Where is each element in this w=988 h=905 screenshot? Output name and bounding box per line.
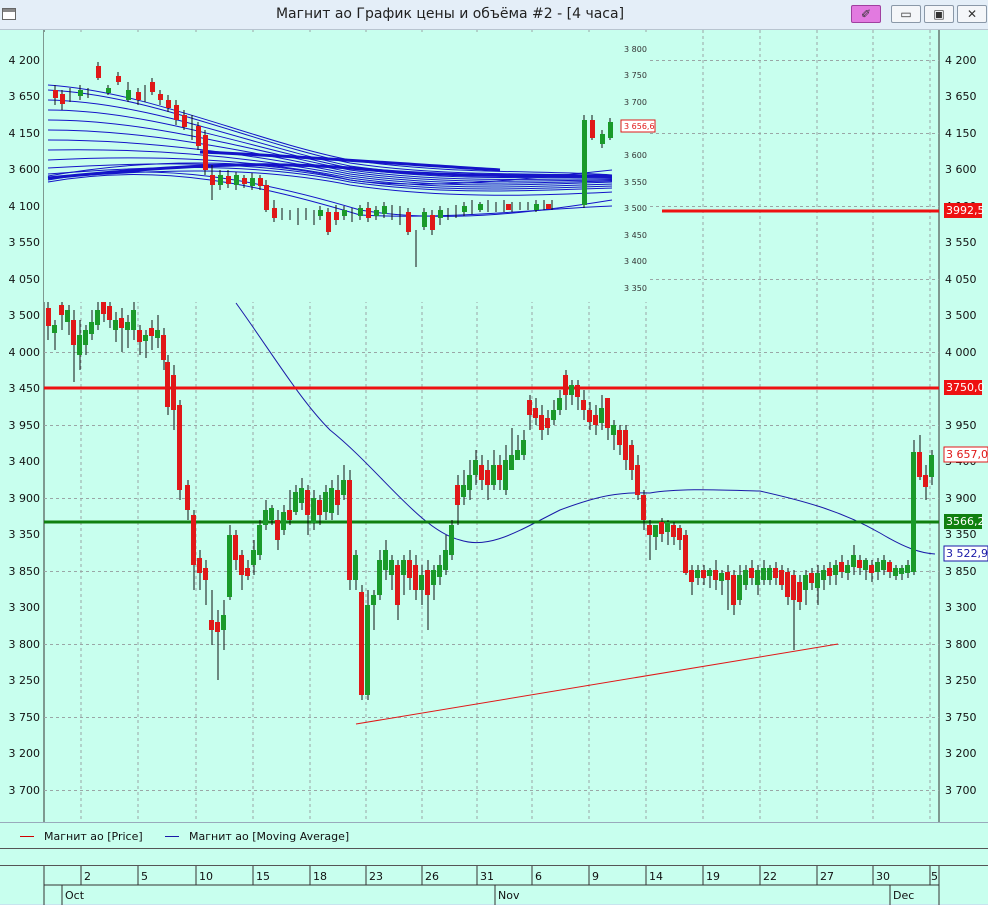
price-tick-right: 3 550 (945, 236, 977, 249)
price-tick-left: 3 300 (9, 601, 41, 614)
day-label: 31 (480, 870, 494, 883)
price-tick-right: 3 800 (945, 638, 977, 651)
price-tick-left: 3 850 (9, 565, 41, 578)
price-tick-right: 3 700 (945, 784, 977, 797)
inset-tick: 3 400 (624, 257, 647, 266)
price-tick-right: 3 750 (945, 711, 977, 724)
price-tick-right: 3 300 (945, 601, 977, 614)
last-price-label: 3 657,0 (946, 448, 988, 461)
day-label: 14 (649, 870, 663, 883)
minimize-button[interactable]: ▭ (891, 5, 921, 23)
price-tick-left: 3 700 (9, 784, 41, 797)
chart-legend: Магнит ао [Price] Магнит ао [Moving Aver… (0, 822, 988, 848)
inset-tick: 3 600 (624, 151, 647, 160)
day-label: 2 (84, 870, 91, 883)
pin-button[interactable]: ✐ (851, 5, 881, 23)
close-button[interactable]: ✕ (957, 5, 987, 23)
day-label: 27 (820, 870, 834, 883)
day-label: 19 (706, 870, 720, 883)
price-tick-left: 3 400 (9, 455, 41, 468)
price-tick-right: 3 650 (945, 90, 977, 103)
price-tick-left: 3 550 (9, 236, 41, 249)
legend-ma-label: Магнит ао [Moving Average] (189, 830, 350, 843)
price-tick-right: 3 250 (945, 674, 977, 687)
price-tick-right: 3 900 (945, 492, 977, 505)
price-tick-right: 3 350 (945, 528, 977, 541)
inset-tick: 3 750 (624, 71, 647, 80)
price-tick-left: 3 950 (9, 419, 41, 432)
price-tick-left: 3 500 (9, 309, 41, 322)
day-label: 23 (369, 870, 383, 883)
inset-tick: 3 450 (624, 231, 647, 240)
inset-tick: 3 700 (624, 98, 647, 107)
price-tick-left: 3 200 (9, 747, 41, 760)
candle-bodies-up (52, 310, 934, 695)
ma-swatch-icon (165, 836, 179, 837)
level-support-label: 3566,2 (946, 515, 985, 528)
time-axis-months: Oct Nov Dec (65, 889, 914, 902)
inset-tick: 3 350 (624, 284, 647, 293)
price-tick-right: 3 200 (945, 747, 977, 760)
price-tick-left: 3 600 (9, 163, 41, 176)
maximize-button[interactable]: ▣ (924, 5, 954, 23)
price-tick-left: 3 800 (9, 638, 41, 651)
price-tick-left: 4 100 (9, 200, 41, 213)
day-label: 10 (199, 870, 213, 883)
candle-wicks (47, 295, 933, 700)
moving-average-line (235, 302, 936, 555)
month-label: Dec (893, 889, 914, 902)
window-title: Магнит ао График цены и объёма #2 - [4 ч… (275, 6, 625, 22)
price-tick-right: 4 050 (945, 273, 977, 286)
day-label: 6 (535, 870, 542, 883)
inset-price-tag: 3 656,6 (624, 122, 655, 131)
price-tick-right: 3 850 (945, 565, 977, 578)
price-tick-right: 3 950 (945, 419, 977, 432)
price-tick-left: 3 650 (9, 90, 41, 103)
title-bar: Магнит ао График цены и объёма #2 - [4 ч… (0, 0, 988, 30)
price-tick-left: 3 350 (9, 528, 41, 541)
price-tick-right: 4 150 (945, 127, 977, 140)
price-tick-left: 3 450 (9, 382, 41, 395)
price-tick-left: 4 050 (9, 273, 41, 286)
day-label: 9 (592, 870, 599, 883)
price-tick-left: 4 150 (9, 127, 41, 140)
day-label: 26 (425, 870, 439, 883)
price-chart-area[interactable]: 4 200 4 150 4 100 4 050 4 000 3 950 3 90… (0, 30, 988, 822)
day-label: 15 (256, 870, 270, 883)
month-label: Oct (65, 889, 85, 902)
legend-item-ma[interactable]: Магнит ао [Moving Average] (165, 830, 349, 843)
level-top-label: 3992,5 (946, 204, 985, 217)
price-tick-left: 3 900 (9, 492, 41, 505)
price-tick-right: 3 500 (945, 309, 977, 322)
price-tick-left: 3 750 (9, 711, 41, 724)
day-label: 22 (763, 870, 777, 883)
price-tick-left: 4 200 (9, 54, 41, 67)
price-tick-left: 3 250 (9, 674, 41, 687)
ma-value-label: 3 522,9 (946, 547, 988, 560)
legend-price-label: Магнит ао [Price] (44, 830, 143, 843)
price-tick-left: 4 000 (9, 346, 41, 359)
trend-line[interactable] (355, 643, 839, 725)
month-label: Nov (498, 889, 520, 902)
price-tick-right: 4 200 (945, 54, 977, 67)
inset-tick: 3 800 (624, 45, 647, 54)
price-tick-right: 4 000 (945, 346, 977, 359)
price-axis-right: 4 200 3 650 4 150 3 600 4 100 3 550 4 05… (945, 54, 977, 797)
legend-item-price[interactable]: Магнит ао [Price] (20, 830, 143, 843)
price-tick-right: 3 600 (945, 163, 977, 176)
price-swatch-icon (20, 836, 34, 837)
time-axis[interactable]: 2 5 10 15 18 23 26 31 6 9 14 19 22 27 30… (0, 848, 988, 905)
level-markers: 3992,5 3750,0 3 657,0 3566,2 3 522,9 (943, 203, 988, 562)
inset-tick: 3 550 (624, 178, 647, 187)
day-label: 5 (931, 870, 938, 883)
day-label: 18 (313, 870, 327, 883)
inset-panel[interactable]: 3 800 3 750 3 700 3 650 3 600 3 550 3 50… (44, 32, 656, 302)
time-axis-days: 2 5 10 15 18 23 26 31 6 9 14 19 22 27 30… (84, 870, 938, 883)
day-label: 30 (876, 870, 890, 883)
day-label: 5 (141, 870, 148, 883)
level-high-label: 3750,0 (946, 381, 985, 394)
inset-tick: 3 500 (624, 204, 647, 213)
